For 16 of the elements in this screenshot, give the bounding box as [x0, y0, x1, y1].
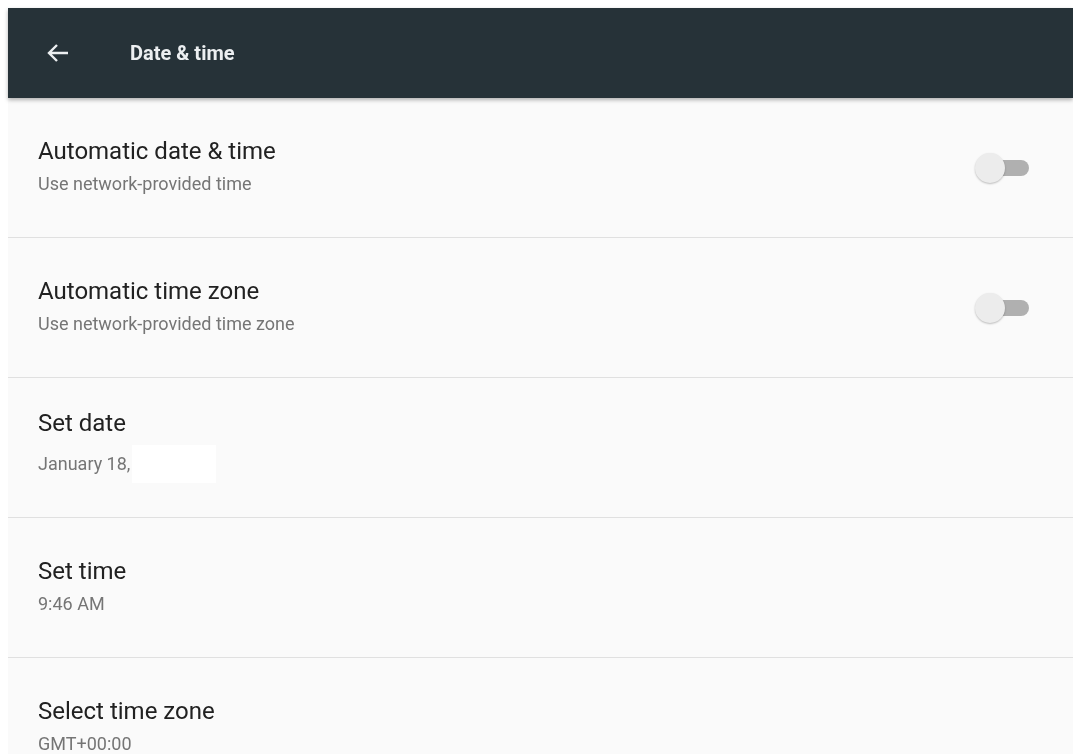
settings-row[interactable]: Select time zone GMT+00:00 — [8, 658, 1073, 754]
settings-row[interactable]: Automatic date & time Use network-provided time — [8, 98, 1073, 238]
settings-row[interactable]: Automatic time zone Use network-provided time zone — [8, 238, 1073, 378]
setting-summary: GMT+00:00 — [38, 733, 132, 754]
setting-title: Automatic date & time — [38, 137, 277, 165]
setting-title: Set date — [38, 408, 127, 437]
screen-title: Date & time — [130, 41, 235, 65]
setting-summary: Use network-provided time zone — [38, 313, 295, 334]
setting-summary: January 18, — [38, 453, 131, 474]
setting-title: Set time — [38, 557, 128, 585]
setting-title: Automatic time zone — [38, 277, 261, 305]
setting-title: Select time zone — [38, 697, 216, 725]
setting-summary: 9:46 AM — [38, 593, 105, 614]
back-arrow-icon[interactable] — [46, 43, 70, 63]
settings-row[interactable]: Set time 9:46 AM — [8, 518, 1073, 658]
setting-summary: Use network-provided time — [38, 173, 252, 194]
